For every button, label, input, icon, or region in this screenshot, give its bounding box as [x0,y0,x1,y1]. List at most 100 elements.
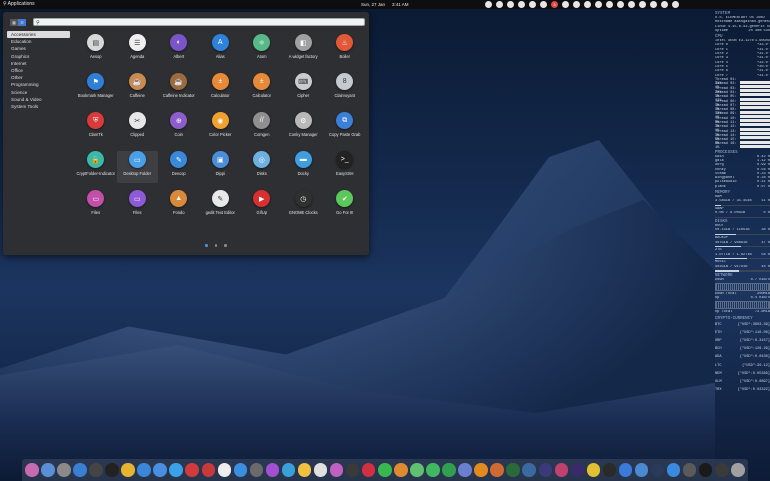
sound-indicator-icon[interactable] [639,1,646,8]
terminal-icon[interactable] [105,463,119,477]
category-item[interactable]: Accessories [7,31,70,39]
category-item[interactable]: Graphics [7,53,70,60]
spotify-icon[interactable] [345,463,360,477]
settings-icon[interactable] [682,463,697,477]
mail-indicator-icon[interactable] [529,1,536,8]
app-item[interactable]: ☕ Caffeine [117,73,159,105]
rss-icon[interactable] [394,463,408,477]
hangouts-icon[interactable] [442,463,456,477]
category-item[interactable]: Education [7,38,70,45]
search-input[interactable]: ⚲ [33,18,365,26]
category-item[interactable]: Programming [7,81,70,88]
app-item[interactable]: ▣ Dippi [200,151,242,183]
app-item[interactable]: ◎ Disks [241,151,283,183]
apps-grid-icon[interactable] [73,463,87,477]
bluetooth-indicator-icon[interactable] [650,1,657,8]
screenshot-indicator-icon[interactable] [540,1,547,8]
browser-icon[interactable] [137,463,151,477]
app-item[interactable]: ⚑ Bookmark Manager [75,73,117,105]
appcenter-icon[interactable] [618,463,633,477]
page-dot[interactable] [214,244,217,247]
power-indicator-icon[interactable] [672,1,679,8]
vpn-icon[interactable] [249,463,264,477]
photos-icon[interactable] [313,463,328,477]
app-item[interactable]: ☕ Caffeine Indicator [158,73,200,105]
category-item[interactable]: Office [7,67,70,74]
app-item[interactable]: ♨ Boiler [324,34,366,66]
app-item[interactable]: ☰ Agenda [117,34,159,66]
category-item[interactable]: Other [7,74,70,81]
app-item[interactable]: ◐ Albert [158,34,200,66]
audition-icon[interactable] [506,463,520,477]
date-indicator[interactable]: Sun, 27 Jan [361,2,385,7]
app-item[interactable]: ⛨ ClamTk [75,112,117,144]
globe-icon[interactable] [522,463,536,477]
category-item[interactable]: Science [7,89,70,96]
lightroom-icon[interactable] [538,463,552,477]
app-item[interactable]: ▬ Docky [283,151,325,183]
app-item[interactable]: ± Calculator [200,73,242,105]
app-item[interactable]: ◷ GNOME Clocks [283,190,325,222]
vlc-icon[interactable] [474,463,488,477]
store-icon[interactable] [666,463,681,477]
gamepad-icon[interactable] [602,463,617,477]
download-icon[interactable] [185,463,199,477]
clipboard-indicator-icon[interactable] [562,1,569,8]
network-indicator-icon[interactable] [628,1,635,8]
time-indicator[interactable]: 3:41 AM [392,2,409,7]
clock-indicator-icon[interactable] [507,1,514,8]
terminal-icon[interactable] [698,463,713,477]
media-icon[interactable] [485,1,492,8]
app-item[interactable]: ⚛ Atom [241,34,283,66]
wallet-icon[interactable] [490,463,504,477]
applications-menu-button[interactable]: ⚲ Applications [3,1,35,7]
trash-icon[interactable] [731,463,745,477]
whatsapp-icon[interactable] [378,463,392,477]
screenshot-icon[interactable] [201,463,216,477]
category-view-icon[interactable]: ☰ [18,19,26,26]
category-item[interactable]: Internet [7,60,70,67]
phone-icon[interactable] [426,463,440,477]
chrome-icon[interactable] [121,463,135,477]
notes-icon[interactable] [297,463,312,477]
caffeine-indicator-icon[interactable] [573,1,580,8]
premiere-icon[interactable] [570,463,585,477]
notification-badge-icon[interactable]: 3 [551,1,558,8]
system-settings-icon[interactable] [89,463,103,477]
steam-icon[interactable] [650,463,665,477]
steam-indicator-icon[interactable] [584,1,591,8]
mail-icon[interactable] [153,463,167,477]
app-item[interactable]: ⚙ Conky Manager [283,112,325,144]
grid-view-icon[interactable]: ▦ [10,19,18,26]
app-item[interactable]: ◧ A widget factory [283,34,325,66]
tasks-icon[interactable] [410,463,424,477]
app-item[interactable]: ▭ Desktop Folder [116,151,158,183]
app-item[interactable]: 🔒 CryptFolder-Indicator [75,151,117,183]
category-item[interactable]: Sound & Video [7,96,70,103]
app-item[interactable]: ✎ Devcop [158,151,200,183]
monitor-icon[interactable] [715,463,729,477]
launchpad-icon[interactable] [25,463,39,477]
app-item[interactable]: ✂ Clipped [117,112,159,144]
app-item[interactable]: A Alias [200,34,242,66]
location-indicator-icon[interactable] [617,1,624,8]
vpn-indicator-icon[interactable] [518,1,525,8]
calendar-icon[interactable] [217,463,232,477]
category-item[interactable]: System Tools [7,103,70,110]
twitter-icon[interactable] [169,463,183,477]
indesign-icon[interactable] [554,463,569,477]
messenger-icon[interactable] [233,463,248,477]
category-item[interactable]: Games [7,45,70,52]
app-item[interactable]: ✔ Go For It! [324,190,366,222]
page-dot[interactable] [205,244,208,247]
app-item[interactable]: >_ EasySSH [324,151,366,183]
dropbox-icon[interactable] [496,1,503,8]
app-item[interactable]: ⌨ Cipher [283,73,325,105]
app-item[interactable]: ▶ GifUp [241,190,283,222]
ethereum-icon[interactable] [458,463,472,477]
podcasts-icon[interactable] [265,463,280,477]
app-item[interactable]: ✎ gedit Text Editor [200,190,242,222]
app-item[interactable]: ▭ Files [117,190,159,222]
app-item[interactable]: ± Calculator [241,73,283,105]
radiation-icon[interactable] [586,463,601,477]
